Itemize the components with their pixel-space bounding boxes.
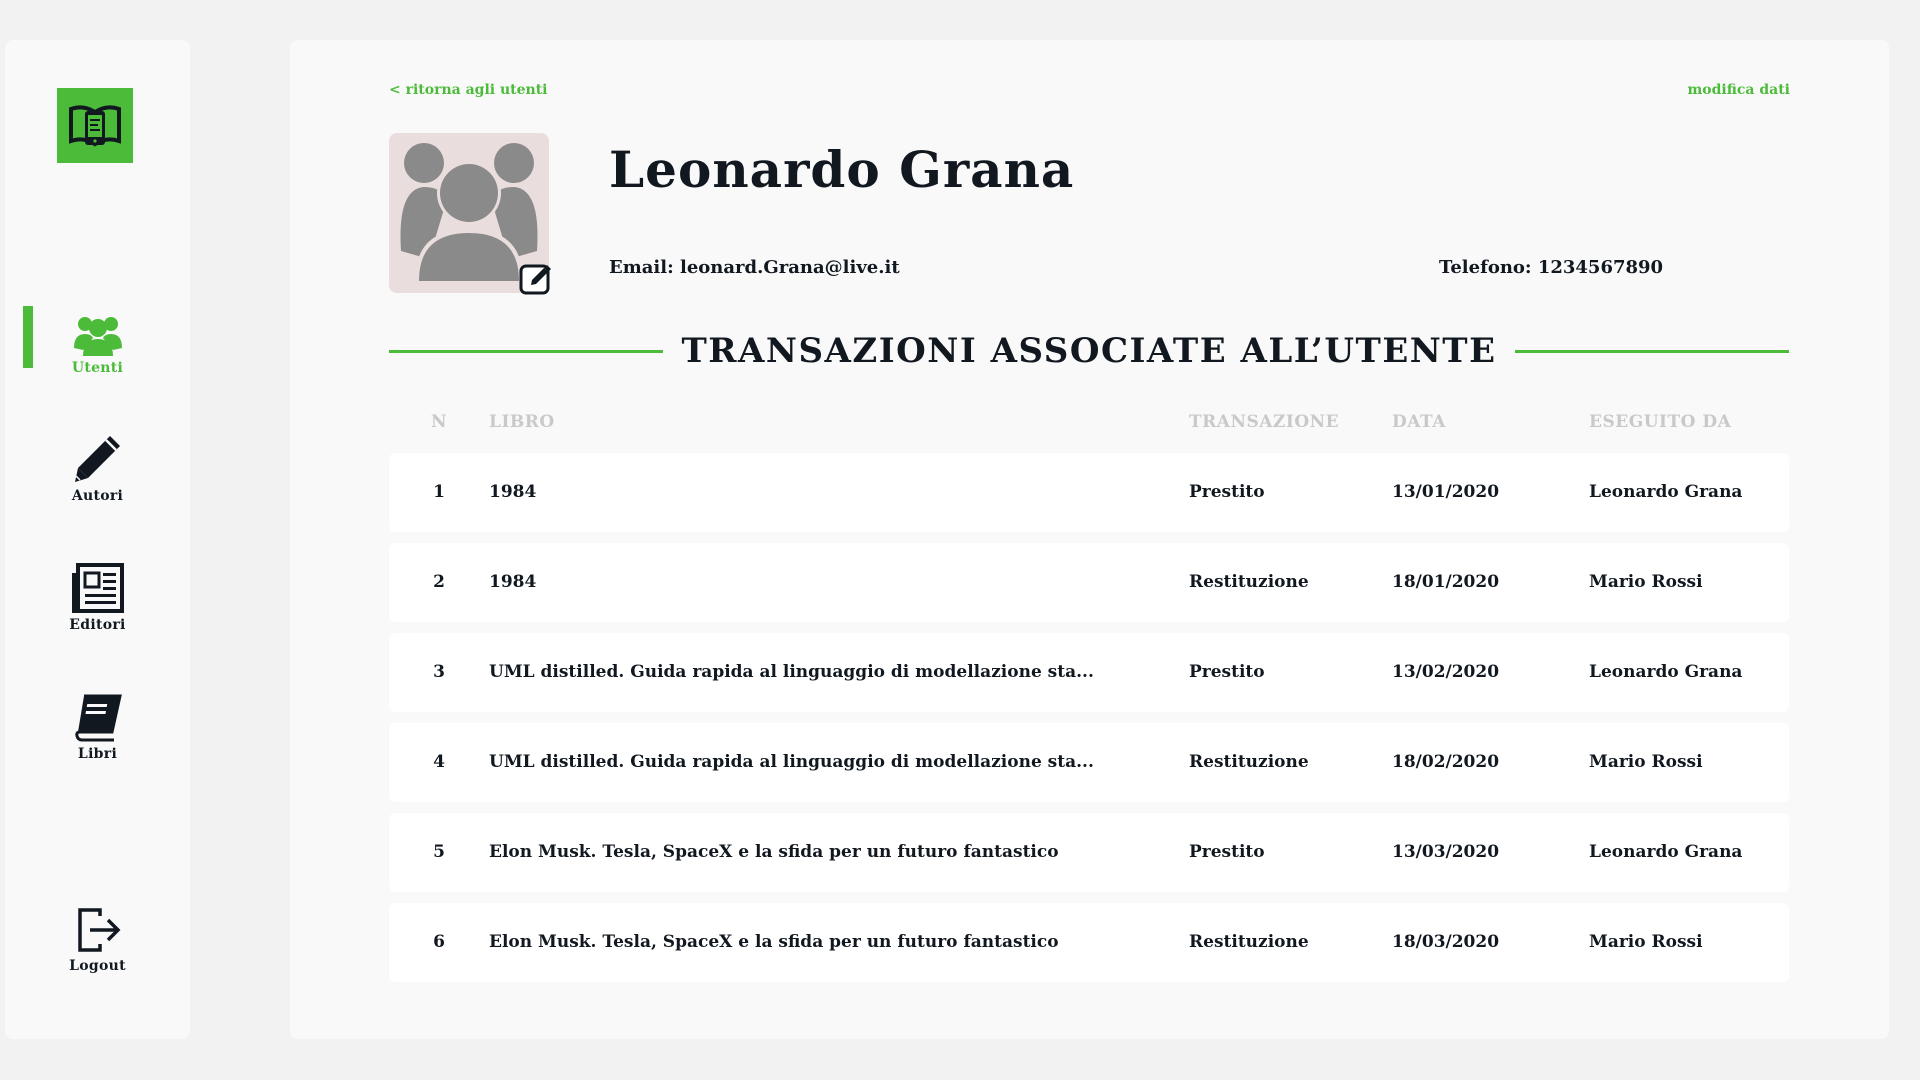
main-panel: < ritorna agli utenti modifica dati Leon… <box>290 40 1889 1039</box>
cell-eseguito: Mario Rossi <box>1589 572 1703 592</box>
cell-libro: Elon Musk. Tesla, SpaceX e la sfida per … <box>489 842 1059 862</box>
back-to-users-link[interactable]: < ritorna agli utenti <box>389 82 548 98</box>
cell-transazione: Restituzione <box>1189 752 1309 772</box>
cell-n: 4 <box>433 752 445 772</box>
cell-libro: UML distilled. Guida rapida al linguaggi… <box>489 662 1094 682</box>
cell-data: 18/01/2020 <box>1392 572 1500 592</box>
section-header: TRANSAZIONI ASSOCIATE ALL’UTENTE <box>389 326 1790 376</box>
newspaper-icon <box>70 561 126 613</box>
cell-n: 3 <box>433 662 445 682</box>
sidebar: Utenti Autori Editori Libri Logout <box>5 40 190 1039</box>
table-row[interactable]: 5 Elon Musk. Tesla, SpaceX e la sfida pe… <box>389 813 1789 892</box>
cell-eseguito: Leonardo Grana <box>1589 482 1743 502</box>
cell-data: 13/03/2020 <box>1392 842 1500 862</box>
edit-avatar-icon[interactable] <box>519 261 553 295</box>
book-phone-icon <box>69 104 121 147</box>
cell-data: 18/02/2020 <box>1392 752 1500 772</box>
cell-eseguito: Mario Rossi <box>1589 752 1703 772</box>
cell-data: 13/01/2020 <box>1392 482 1500 502</box>
book-icon <box>70 690 126 742</box>
divider <box>1514 349 1790 353</box>
section-title: TRANSAZIONI ASSOCIATE ALL’UTENTE <box>681 331 1497 371</box>
cell-transazione: Prestito <box>1189 482 1265 502</box>
users-icon <box>70 304 126 356</box>
sidebar-item-libri[interactable]: Libri <box>5 690 190 770</box>
logout-button[interactable]: Logout <box>5 902 190 982</box>
avatar <box>389 133 551 295</box>
cell-n: 6 <box>433 932 445 952</box>
user-email: Email: leonard.Grana@live.it <box>609 257 900 278</box>
user-name: Leonardo Grana <box>609 140 1075 199</box>
column-header-n: N <box>430 412 448 432</box>
table-row[interactable]: 1 1984 Prestito 13/01/2020 Leonardo Gran… <box>389 453 1789 532</box>
cell-data: 13/02/2020 <box>1392 662 1500 682</box>
pencil-icon <box>70 432 126 484</box>
cell-transazione: Prestito <box>1189 842 1265 862</box>
cell-eseguito: Mario Rossi <box>1589 932 1703 952</box>
column-header-eseguito: ESEGUITO DA <box>1589 412 1732 432</box>
cell-n: 5 <box>433 842 445 862</box>
cell-eseguito: Leonardo Grana <box>1589 662 1743 682</box>
logout-icon <box>70 902 126 954</box>
table-row[interactable]: 2 1984 Restituzione 18/01/2020 Mario Ros… <box>389 543 1789 622</box>
cell-libro: UML distilled. Guida rapida al linguaggi… <box>489 752 1094 772</box>
cell-eseguito: Leonardo Grana <box>1589 842 1743 862</box>
table-row[interactable]: 6 Elon Musk. Tesla, SpaceX e la sfida pe… <box>389 903 1789 982</box>
sidebar-item-label: Utenti <box>71 360 124 376</box>
user-phone: Telefono: 1234567890 <box>1439 257 1664 278</box>
edit-data-link[interactable]: modifica dati <box>1687 82 1790 98</box>
sidebar-item-autori[interactable]: Autori <box>5 432 190 512</box>
sidebar-item-label: Autori <box>71 488 124 504</box>
sidebar-item-label: Editori <box>69 617 126 633</box>
column-header-data: DATA <box>1392 412 1446 432</box>
cell-transazione: Prestito <box>1189 662 1265 682</box>
table-header: N LIBRO TRANSAZIONE DATA ESEGUITO DA <box>389 412 1789 442</box>
sidebar-item-utenti[interactable]: Utenti <box>5 304 190 384</box>
column-header-libro: LIBRO <box>489 412 555 432</box>
cell-transazione: Restituzione <box>1189 572 1309 592</box>
cell-libro: 1984 <box>489 572 537 592</box>
cell-data: 18/03/2020 <box>1392 932 1500 952</box>
table-row[interactable]: 4 UML distilled. Guida rapida al linguag… <box>389 723 1789 802</box>
sidebar-item-editori[interactable]: Editori <box>5 561 190 641</box>
cell-n: 1 <box>433 482 445 502</box>
table-row[interactable]: 3 UML distilled. Guida rapida al linguag… <box>389 633 1789 712</box>
cell-libro: 1984 <box>489 482 537 502</box>
app-logo <box>57 88 133 163</box>
divider <box>389 349 664 353</box>
cell-n: 2 <box>433 572 445 592</box>
logout-label: Logout <box>69 958 126 974</box>
sidebar-item-label: Libri <box>77 746 118 762</box>
cell-transazione: Restituzione <box>1189 932 1309 952</box>
column-header-transazione: TRANSAZIONE <box>1189 412 1340 432</box>
cell-libro: Elon Musk. Tesla, SpaceX e la sfida per … <box>489 932 1059 952</box>
